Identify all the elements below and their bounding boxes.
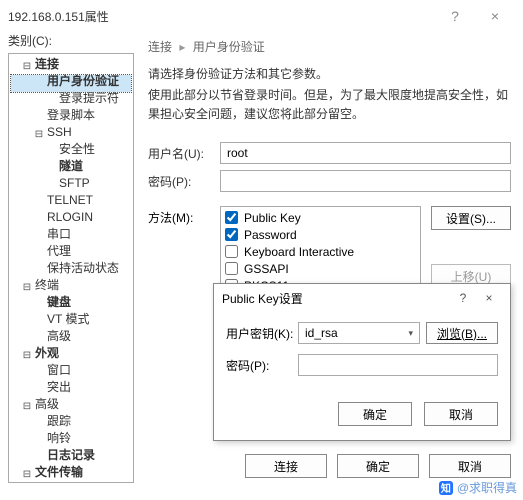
tree-twisty-icon: ⊟: [21, 398, 33, 415]
userkey-label: 用户密钥(K):: [226, 325, 298, 342]
ok-button[interactable]: 确定: [337, 454, 419, 478]
method-option[interactable]: GSSAPI: [225, 260, 416, 277]
dialog-password-label: 密码(P):: [226, 357, 298, 374]
userkey-combobox[interactable]: id_rsa ▾: [298, 322, 420, 344]
public-key-dialog: Public Key设置 ? × 用户密钥(K): id_rsa ▾ 浏览(B)…: [213, 283, 511, 441]
titlebar: 192.168.0.151属性 ? ×: [0, 0, 523, 32]
tree-item[interactable]: 保持活动状态: [11, 262, 131, 279]
method-option[interactable]: Password: [225, 226, 416, 243]
dialog-help-icon[interactable]: ?: [450, 291, 476, 305]
dialog-title: Public Key设置: [222, 290, 450, 307]
tree-twisty-icon: ⊟: [21, 58, 33, 75]
tree-twisty-icon: ⊟: [33, 126, 45, 143]
method-checkbox[interactable]: [225, 211, 238, 224]
method-checkbox[interactable]: [225, 228, 238, 241]
dialog-password-input[interactable]: [298, 354, 498, 376]
dialog-close-icon[interactable]: ×: [476, 291, 502, 305]
close-icon[interactable]: ×: [475, 8, 515, 24]
dialog-cancel-button[interactable]: 取消: [424, 402, 498, 426]
tree-twisty-icon: ⊟: [21, 347, 33, 364]
cancel-button[interactable]: 取消: [429, 454, 511, 478]
method-option[interactable]: Keyboard Interactive: [225, 243, 416, 260]
method-checkbox[interactable]: [225, 262, 238, 275]
footer-buttons: 连接 确定 取消: [245, 454, 511, 478]
category-label: 类别(C):: [8, 32, 134, 49]
description: 请选择身份验证方法和其它参数。: [148, 65, 511, 82]
tree-twisty-icon: ⊟: [21, 279, 33, 296]
breadcrumb: 连接 ▸ 用户身份验证: [148, 38, 511, 55]
window-title: 192.168.0.151属性: [8, 8, 435, 25]
category-tree[interactable]: ⊟连接用户身份验证登录提示符登录脚本⊟SSH安全性隧道SFTPTELNETRLO…: [8, 53, 134, 483]
tree-twisty-icon: ⊟: [21, 466, 33, 483]
dialog-ok-button[interactable]: 确定: [338, 402, 412, 426]
method-label: 方法(M):: [148, 206, 220, 318]
connect-button[interactable]: 连接: [245, 454, 327, 478]
settings-button[interactable]: 设置(S)...: [431, 206, 511, 230]
browse-button[interactable]: 浏览(B)...: [426, 322, 498, 344]
note: 使用此部分以节省登录时间。但是，为了最大限度地提高安全性，如果担心安全问题，建议…: [148, 86, 511, 124]
password-label: 密码(P):: [148, 173, 220, 190]
method-option[interactable]: Public Key: [225, 209, 416, 226]
dialog-titlebar: Public Key设置 ? ×: [214, 284, 510, 312]
watermark: 知@求职得真: [439, 479, 517, 496]
tree-item[interactable]: 突出: [11, 381, 131, 398]
tree-item[interactable]: 高级: [11, 330, 131, 347]
username-label: 用户名(U):: [148, 145, 220, 162]
method-checkbox[interactable]: [225, 245, 238, 258]
password-input[interactable]: [220, 170, 511, 192]
category-panel: 类别(C): ⊟连接用户身份验证登录提示符登录脚本⊟SSH安全性隧道SFTPTE…: [0, 32, 142, 500]
username-input[interactable]: [220, 142, 511, 164]
help-icon[interactable]: ?: [435, 8, 475, 24]
chevron-down-icon: ▾: [408, 328, 413, 339]
